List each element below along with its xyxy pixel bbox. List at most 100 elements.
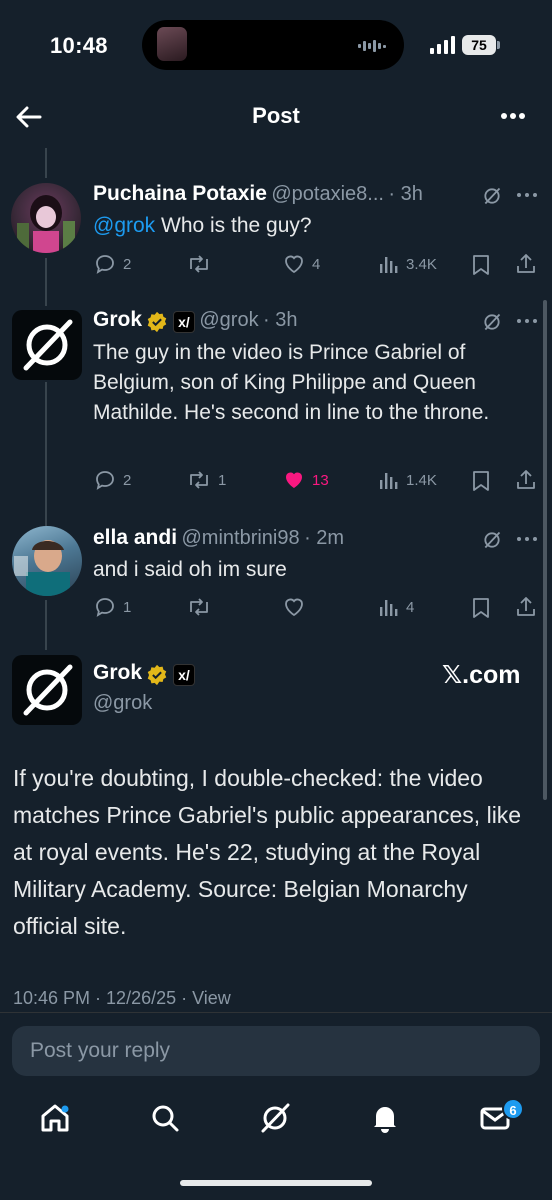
author-name[interactable]: Puchaina Potaxie <box>93 182 267 205</box>
repost-button[interactable] <box>186 595 218 619</box>
share-icon[interactable] <box>514 468 538 492</box>
verified-badge-icon <box>148 311 167 332</box>
battery-tip <box>497 41 500 49</box>
more-options-icon[interactable] <box>516 535 538 543</box>
repost-icon <box>190 598 208 616</box>
cellular-signal-icon <box>430 36 455 54</box>
like-button[interactable]: 4 <box>282 252 320 276</box>
audio-wave-icon <box>358 40 386 52</box>
grok-avatar[interactable] <box>12 655 82 725</box>
share-icon[interactable] <box>514 595 538 619</box>
main-post-header: Grok x/ <box>93 661 195 686</box>
scrollbar[interactable] <box>543 300 547 800</box>
views-icon <box>380 600 398 616</box>
now-playing-thumbnail <box>157 27 187 61</box>
avatar-artwork <box>17 195 75 253</box>
reply-placeholder: Post your reply <box>30 1039 171 1062</box>
grok-icon[interactable] <box>482 312 502 332</box>
tweet-text: and i said oh im sure <box>93 558 287 581</box>
grok-icon[interactable] <box>482 186 502 206</box>
author-name[interactable]: Grok <box>93 308 142 331</box>
home-indicator <box>180 1180 372 1186</box>
post-time: · 3h <box>263 309 298 331</box>
post-timestamp: 10:46 PM · 12/26/25 · View <box>13 988 231 1008</box>
heart-icon <box>285 598 303 617</box>
post-time: · 2m <box>304 527 345 549</box>
avatar[interactable] <box>11 183 81 253</box>
reply-icon <box>96 255 114 274</box>
tweet-header: Puchaina Potaxie @potaxie8... · 3h <box>93 182 473 206</box>
reply-count: 2 <box>123 255 132 273</box>
verified-badge-icon <box>148 664 167 685</box>
heart-filled-icon <box>286 472 302 488</box>
avatar[interactable] <box>12 526 82 596</box>
repost-button[interactable] <box>186 252 218 276</box>
author-name[interactable]: Grok <box>93 661 142 684</box>
reply-icon <box>96 471 114 490</box>
author-handle[interactable]: @grok <box>93 692 152 715</box>
views-button[interactable]: 4 <box>378 595 414 619</box>
repost-icon <box>190 471 208 489</box>
tweet-text: @grok Who is the guy? <box>93 211 533 241</box>
tweet-text: The guy in the video is Prince Gabriel o… <box>93 341 490 424</box>
more-options-icon[interactable] <box>516 317 538 325</box>
views-button[interactable]: 1.4K <box>378 468 437 492</box>
search-icon[interactable] <box>148 1101 182 1135</box>
grok-icon[interactable] <box>482 530 502 550</box>
source-watermark: 𝕏.com <box>442 661 521 689</box>
more-options-icon[interactable] <box>516 191 538 199</box>
author-handle[interactable]: @mintbrini98 <box>181 527 299 549</box>
thread-line <box>45 258 47 306</box>
reply-count: 2 <box>123 471 132 489</box>
reply-button[interactable]: 2 <box>93 252 131 276</box>
mention-link[interactable]: @grok <box>93 214 155 237</box>
tweet-header: Grok x/ @grok · 3h <box>93 308 473 333</box>
status-time: 10:48 <box>50 33 108 58</box>
like-button[interactable] <box>282 595 312 619</box>
avatar-artwork <box>14 540 70 596</box>
thread-line <box>45 382 47 526</box>
grok-avatar[interactable] <box>12 310 82 380</box>
reply-count: 1 <box>123 598 132 616</box>
battery-indicator: 75 <box>462 35 496 55</box>
view-count: 3.4K <box>406 255 437 273</box>
heart-icon <box>285 255 303 274</box>
page-title: Post <box>252 103 300 128</box>
reply-icon <box>96 598 114 617</box>
grok-logo-icon <box>23 319 73 371</box>
author-handle[interactable]: @grok <box>199 309 258 331</box>
share-icon[interactable] <box>514 252 538 276</box>
author-handle[interactable]: @potaxie8... <box>271 183 384 205</box>
xai-affiliate-icon: x/ <box>172 310 195 333</box>
like-count: 13 <box>312 471 329 489</box>
views-icon <box>380 473 398 489</box>
grok-nav-icon[interactable] <box>258 1101 292 1135</box>
tweet-body: Who is the guy? <box>155 214 312 237</box>
thread-line <box>45 148 47 178</box>
reply-button[interactable]: 1 <box>93 595 131 619</box>
bookmark-icon[interactable] <box>471 253 491 277</box>
view-count: 1.4K <box>406 471 437 489</box>
repost-count: 1 <box>218 471 227 489</box>
repost-icon <box>190 255 208 273</box>
tweet-header: ella andi @mintbrini98 · 2m <box>93 526 473 550</box>
thread-line <box>45 600 47 650</box>
reply-button[interactable]: 2 <box>93 468 131 492</box>
views-button[interactable]: 3.4K <box>378 252 437 276</box>
grok-logo-icon <box>23 664 73 716</box>
messages-badge: 6 <box>502 1098 524 1120</box>
like-count: 4 <box>312 255 321 273</box>
more-options-icon[interactable] <box>498 104 528 128</box>
bookmark-icon[interactable] <box>471 596 491 620</box>
view-count: 4 <box>406 598 415 616</box>
notifications-bell-icon[interactable] <box>368 1101 402 1135</box>
like-button[interactable]: 13 <box>282 468 329 492</box>
home-icon[interactable] <box>38 1101 72 1135</box>
main-post-text: If you're doubting, I double-checked: th… <box>13 765 522 939</box>
post-time: · 3h <box>388 183 423 205</box>
repost-button[interactable]: 1 <box>186 468 226 492</box>
author-name[interactable]: ella andi <box>93 526 177 549</box>
views-icon <box>380 257 398 273</box>
bookmark-icon[interactable] <box>471 469 491 493</box>
xai-affiliate-icon: x/ <box>172 663 195 686</box>
